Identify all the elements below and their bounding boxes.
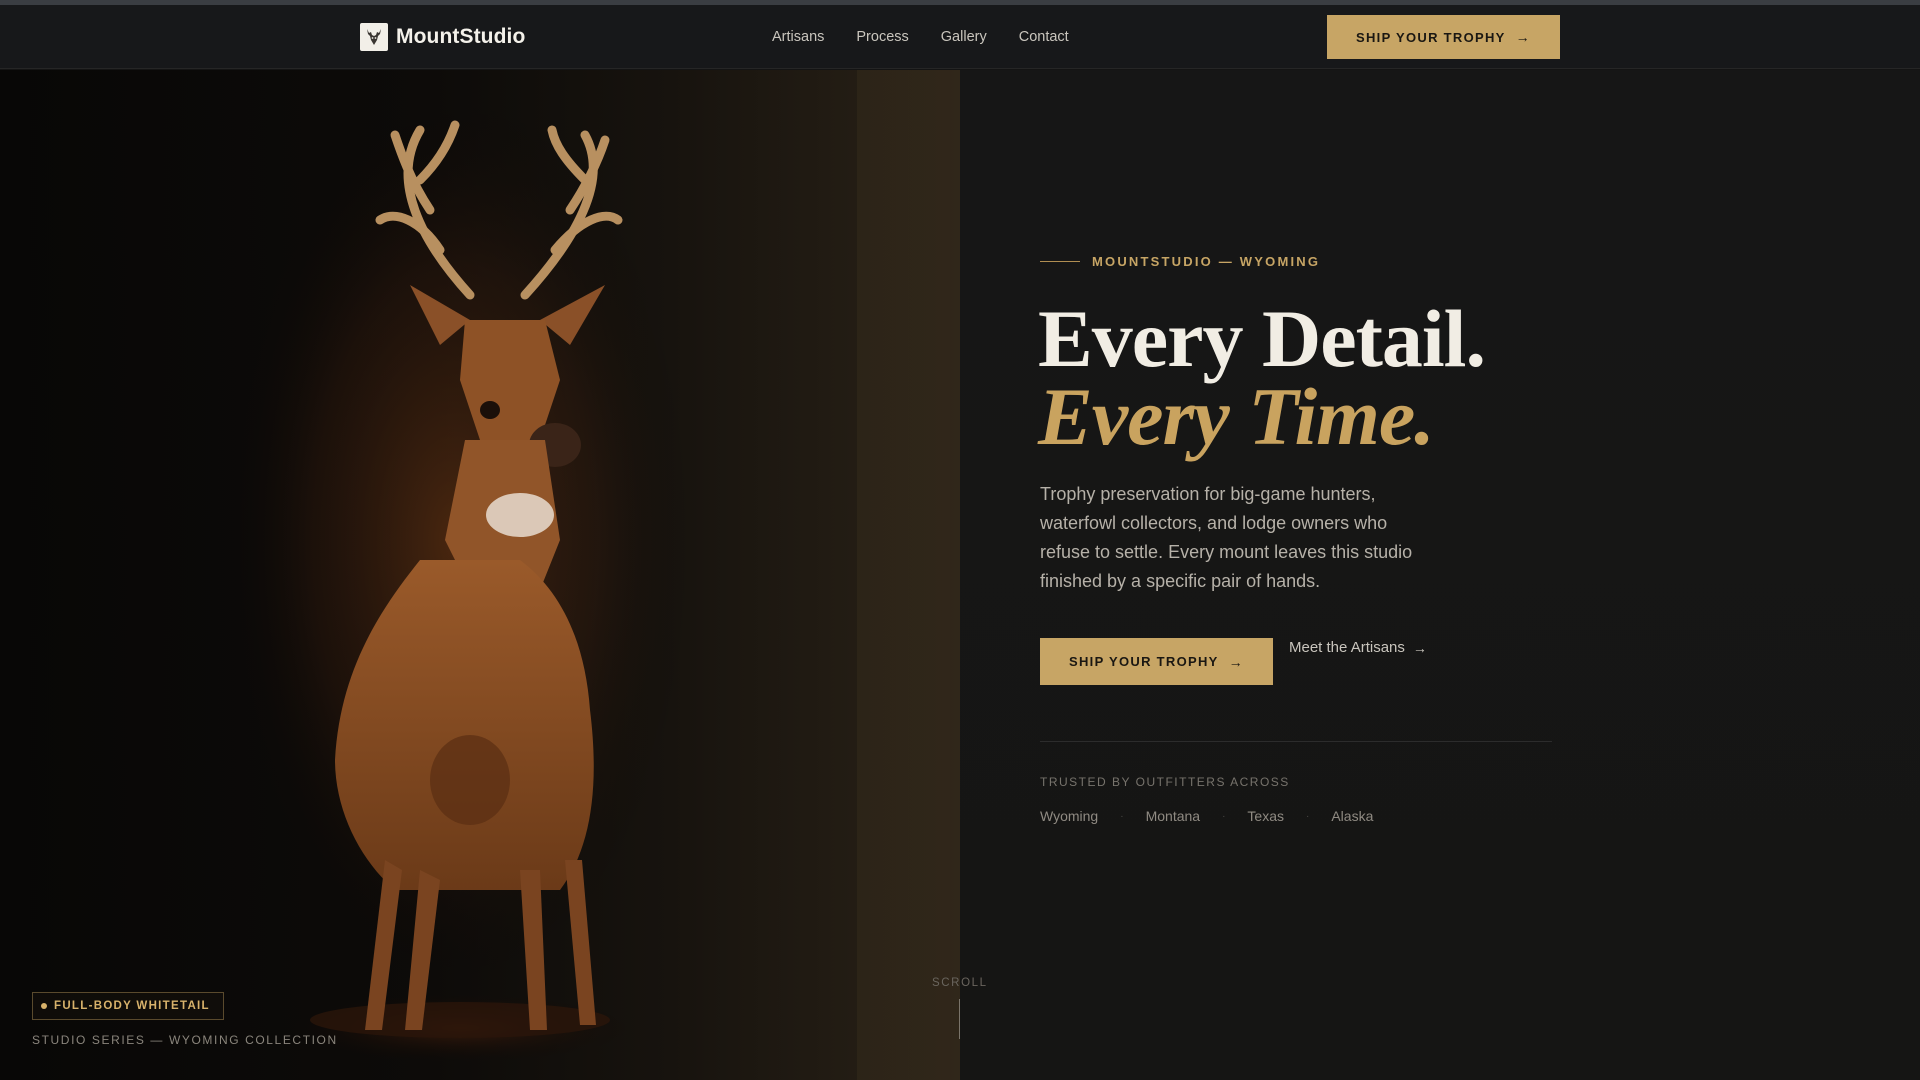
region-item: Wyoming <box>1040 808 1099 824</box>
tag-dot-icon <box>41 1003 47 1009</box>
hero-description: Trophy preservation for big-game hunters… <box>1040 484 1413 591</box>
nav-ship-trophy-button[interactable]: SHIP YOUR TROPHY → <box>1327 15 1560 59</box>
separator-dot: · <box>1222 810 1226 822</box>
eyebrow-rule <box>1040 261 1080 262</box>
nav-link-process[interactable]: Process <box>856 29 908 45</box>
nav-cta-label: SHIP YOUR TROPHY <box>1356 29 1506 45</box>
region-item: Alaska <box>1331 808 1374 824</box>
scroll-indicator-line <box>959 999 960 1039</box>
hero-eyebrow: MOUNTSTUDIO — WYOMING <box>1040 254 1320 269</box>
main-nav: Artisans Process Gallery Contact <box>772 29 1069 45</box>
brand-logo[interactable]: MountStudio <box>360 23 525 51</box>
separator-dot: · <box>1305 810 1310 822</box>
deer-head-icon <box>360 23 388 51</box>
headline-line-1: Every Detail. <box>1038 293 1486 384</box>
nav-link-artisans[interactable]: Artisans <box>772 29 824 45</box>
hero-headline: Every Detail. Every Time. <box>1038 293 1638 462</box>
series-caption: STUDIO SERIES — WYOMING COLLECTION <box>32 1033 338 1047</box>
hero-ship-trophy-button[interactable]: SHIP YOUR TROPHY → <box>1040 638 1273 685</box>
separator-dot: · <box>1120 810 1124 822</box>
region-item: Texas <box>1247 808 1284 824</box>
headline-line-2: Every Time. <box>1038 371 1435 462</box>
region-item: Montana <box>1145 808 1201 824</box>
hero-image-panel: FULL-BODY WHITETAIL STUDIO SERIES — WYOM… <box>0 70 960 1080</box>
trusted-label: TRUSTED BY OUTFITTERS ACROSS <box>1040 775 1290 789</box>
hero-cta-label: SHIP YOUR TROPHY <box>1069 654 1219 669</box>
top-navbar: MountStudio Artisans Process Gallery Con… <box>0 5 1920 69</box>
meet-artisans-label: Meet the Artisans <box>1289 639 1405 656</box>
arrow-right-icon: → <box>1412 639 1427 656</box>
whitetail-deer-image <box>215 80 695 1062</box>
arrow-right-icon: → <box>1228 653 1244 670</box>
feature-tag: FULL-BODY WHITETAIL <box>32 992 224 1020</box>
eyebrow-text: MOUNTSTUDIO — WYOMING <box>1092 254 1321 269</box>
nav-link-gallery[interactable]: Gallery <box>941 29 987 45</box>
region-list: Wyoming · Montana · Texas · Alaska <box>1040 808 1373 824</box>
arrow-right-icon: → <box>1515 29 1531 45</box>
nav-link-contact[interactable]: Contact <box>1019 29 1069 45</box>
hero-divider <box>1040 741 1552 742</box>
meet-artisans-link[interactable]: Meet the Artisans → <box>1289 639 1427 656</box>
scroll-indicator-label: SCROLL <box>932 977 988 989</box>
feature-tag-label: FULL-BODY WHITETAIL <box>54 1000 210 1012</box>
brand-name: MountStudio <box>396 25 526 48</box>
